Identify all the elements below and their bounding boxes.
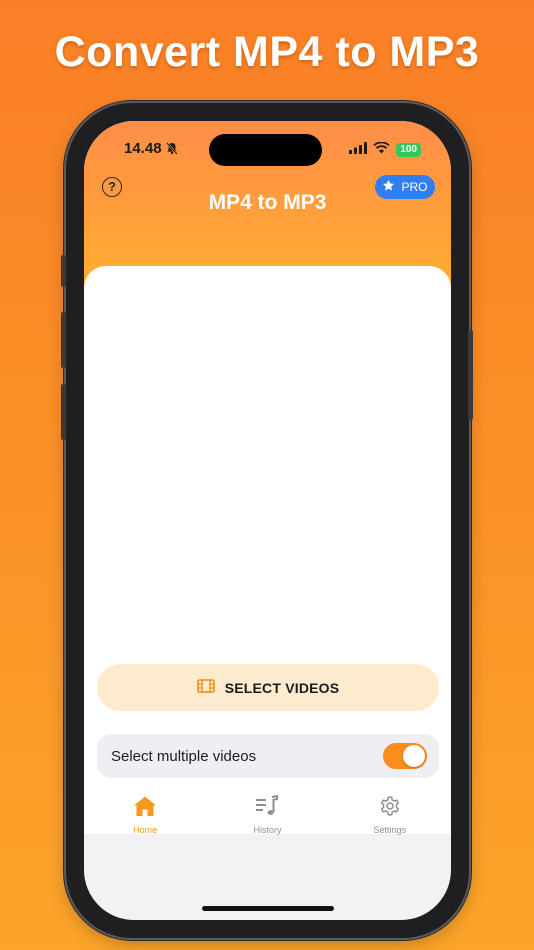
select-videos-button[interactable]: SELECT VIDEOS [97,664,439,711]
tab-settings-label: Settings [373,825,407,835]
volume-down-button [61,384,66,440]
promo-headline: Convert MP4 to MP3 [54,28,480,76]
multi-select-row: Select multiple videos [97,734,439,778]
home-indicator [202,906,334,911]
music-list-icon [255,794,279,822]
cellular-signal-icon [349,141,368,159]
film-icon [196,679,215,696]
toggle-knob [403,745,425,767]
tab-history[interactable]: History [206,788,328,835]
status-time: 14.48 [124,140,178,159]
status-indicators: 100 [349,141,421,159]
gear-icon [379,795,401,822]
app-title: MP4 to MP3 [208,191,327,214]
tab-home[interactable]: Home [84,788,206,835]
battery-indicator: 100 [396,143,421,157]
house-icon [133,795,157,822]
select-videos-label: SELECT VIDEOS [224,679,340,696]
tab-home-label: Home [133,825,158,835]
status-time-text: 14.48 [124,140,162,157]
bell-slash-icon [165,142,178,159]
dynamic-island [209,134,322,166]
multi-select-toggle[interactable] [383,743,427,769]
tab-history-label: History [253,825,282,835]
multi-select-label: Select multiple videos [111,747,257,765]
mute-switch [61,255,66,287]
content-area [84,266,451,686]
wifi-icon [373,141,390,159]
tab-bar: Home History Settings [84,788,451,835]
tab-settings[interactable]: Settings [329,788,451,835]
volume-up-button [61,312,66,368]
power-button [468,330,473,420]
phone-screen: 14.48 100 ? PRO MP4 to MP3 SELECT VIDEOS… [84,121,451,920]
